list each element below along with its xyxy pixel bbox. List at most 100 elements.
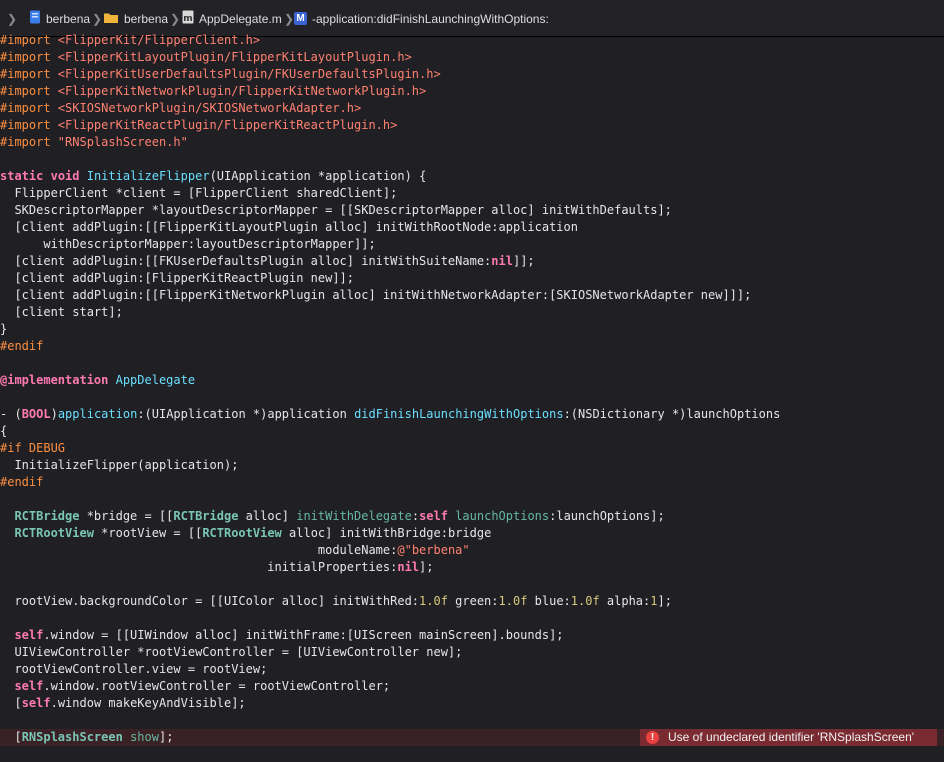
code-token: <FlipperKitReactPlugin/FlipperKitReactPl…	[57, 118, 398, 132]
code-token: <FlipperKitLayoutPlugin/FlipperKitLayout…	[57, 50, 412, 64]
code-token: green:	[447, 594, 499, 608]
code-token: :(UIApplication *)application	[137, 407, 355, 421]
code-token: self	[21, 696, 51, 710]
code-token: alloc] initWithBridge:bridge	[281, 526, 492, 540]
code-line: #import <FlipperKitReactPlugin/FlipperKi…	[0, 117, 944, 134]
code-token: InitializeFlipper	[86, 169, 210, 183]
code-line: InitializeFlipper(application);	[0, 457, 944, 474]
code-line: moduleName:@"berbena"	[0, 542, 944, 559]
code-token: #import	[0, 118, 58, 132]
code-token: "RNSplashScreen.h"	[57, 135, 188, 149]
code-token: alpha:	[599, 594, 651, 608]
code-token: moduleName:	[0, 543, 398, 557]
code-token: static	[0, 169, 44, 183]
code-token: ];	[419, 560, 434, 574]
breadcrumb-project-label: berbena	[46, 11, 91, 26]
code-line: #import <FlipperKitUserDefaultsPlugin/FK…	[0, 66, 944, 83]
code-token: #endif	[0, 339, 44, 353]
code-line: [client addPlugin:[[FlipperKitNetworkPlu…	[0, 287, 944, 304]
code-token: }	[0, 322, 8, 336]
code-line: rootView.backgroundColor = [[UIColor all…	[0, 593, 944, 610]
code-token: application	[57, 407, 138, 421]
code-token: [	[0, 696, 22, 710]
code-token: *bridge = [[	[79, 509, 174, 523]
code-line: [client addPlugin:[[FKUserDefaultsPlugin…	[0, 253, 944, 270]
code-line: #endif	[0, 338, 944, 355]
code-line: {	[0, 423, 944, 440]
code-line: RCTRootView *rootView = [[RCTRootView al…	[0, 525, 944, 542]
code-line: [self.window makeKeyAndVisible];	[0, 695, 944, 712]
folder-icon	[103, 11, 119, 27]
code-line: #import <FlipperKitNetworkPlugin/Flipper…	[0, 83, 944, 100]
code-token: [client addPlugin:[[FlipperKitLayoutPlug…	[0, 220, 578, 234]
code-token: [client addPlugin:[FlipperKitReactPlugin…	[0, 271, 355, 285]
code-token: RCTRootView	[202, 526, 282, 540]
code-token: didFinishLaunchingWithOptions	[354, 407, 564, 421]
code-line: }	[0, 321, 944, 338]
code-token: SKDescriptorMapper *layoutDescriptorMapp…	[0, 203, 672, 217]
code-token: .window.rootViewController = rootViewCon…	[43, 679, 391, 693]
code-token: withDescriptorMapper:layoutDescriptorMap…	[0, 237, 376, 251]
code-line: [client addPlugin:[[FlipperKitLayoutPlug…	[0, 219, 944, 236]
code-token: BOOL	[21, 407, 51, 421]
breadcrumb-method-label: -application:didFinishLaunchingWithOptio…	[312, 11, 549, 26]
code-token: RNSplashScreen	[21, 730, 123, 744]
code-token: #import	[0, 84, 58, 98]
code-token: alloc]	[238, 509, 297, 523]
code-token: 1.0f	[419, 594, 448, 608]
code-line: rootViewController.view = rootView;	[0, 661, 944, 678]
code-token: nil	[491, 254, 513, 268]
code-line: [client start];	[0, 304, 944, 321]
code-token: <FlipperKitUserDefaultsPlugin/FKUserDefa…	[57, 67, 441, 81]
method-icon: M	[294, 12, 307, 25]
code-line: @implementation AppDelegate	[0, 372, 944, 389]
code-token: 1.0f	[498, 594, 528, 608]
code-token: :(NSDictionary *)launchOptions	[563, 407, 781, 421]
code-token: 1.0f	[570, 594, 600, 608]
code-token: (UIApplication *application) {	[209, 169, 427, 183]
code-token: <FlipperKitNetworkPlugin/FlipperKitNetwo…	[57, 84, 427, 98]
code-token: [client addPlugin:[[FlipperKitNetworkPlu…	[0, 288, 752, 302]
code-line: [client addPlugin:[FlipperKitReactPlugin…	[0, 270, 944, 287]
breadcrumb-folder-label: berbena	[124, 11, 169, 26]
code-token: #import	[0, 50, 58, 64]
code-token: <FlipperKit/FlipperClient.h>	[57, 33, 261, 47]
code-line: #import <FlipperKitLayoutPlugin/FlipperK…	[0, 49, 944, 66]
code-token: self	[14, 679, 44, 693]
code-token: initWithDelegate	[296, 509, 412, 523]
code-token: FlipperClient *client = [FlipperClient s…	[0, 186, 398, 200]
code-token: rootView.backgroundColor = [[UIColor all…	[0, 594, 420, 608]
code-token: AppDelegate	[115, 373, 196, 387]
error-annotation[interactable]: ! Use of undeclared identifier 'RNSplash…	[640, 729, 937, 746]
code-token: InitializeFlipper(application);	[0, 458, 239, 472]
code-token: "berbena"	[404, 543, 470, 557]
code-token: @	[397, 543, 405, 557]
code-line: #import "RNSplashScreen.h"	[0, 134, 944, 151]
code-token: launchOptions	[455, 509, 550, 523]
code-token: initialProperties:	[0, 560, 398, 574]
code-editor[interactable]: #import <FlipperKit/FlipperClient.h> #imp…	[0, 33, 944, 762]
code-token: ];	[158, 730, 174, 744]
code-token: :	[411, 509, 420, 523]
code-token: [client start];	[0, 305, 123, 319]
code-token: ];	[657, 594, 672, 608]
code-token: #import	[0, 135, 58, 149]
code-token: *rootView = [[	[93, 526, 203, 540]
code-line: SKDescriptorMapper *layoutDescriptorMapp…	[0, 202, 944, 219]
code-token: UIViewController *rootViewController = […	[0, 645, 463, 659]
breadcrumb-file-label: AppDelegate.m	[199, 11, 282, 26]
code-token: ]];	[512, 254, 535, 268]
error-message: Use of undeclared identifier 'RNSplashSc…	[668, 730, 915, 744]
code-token: RCTBridge	[14, 509, 80, 523]
code-token: #import	[0, 33, 58, 47]
code-line: #endif	[0, 474, 944, 491]
